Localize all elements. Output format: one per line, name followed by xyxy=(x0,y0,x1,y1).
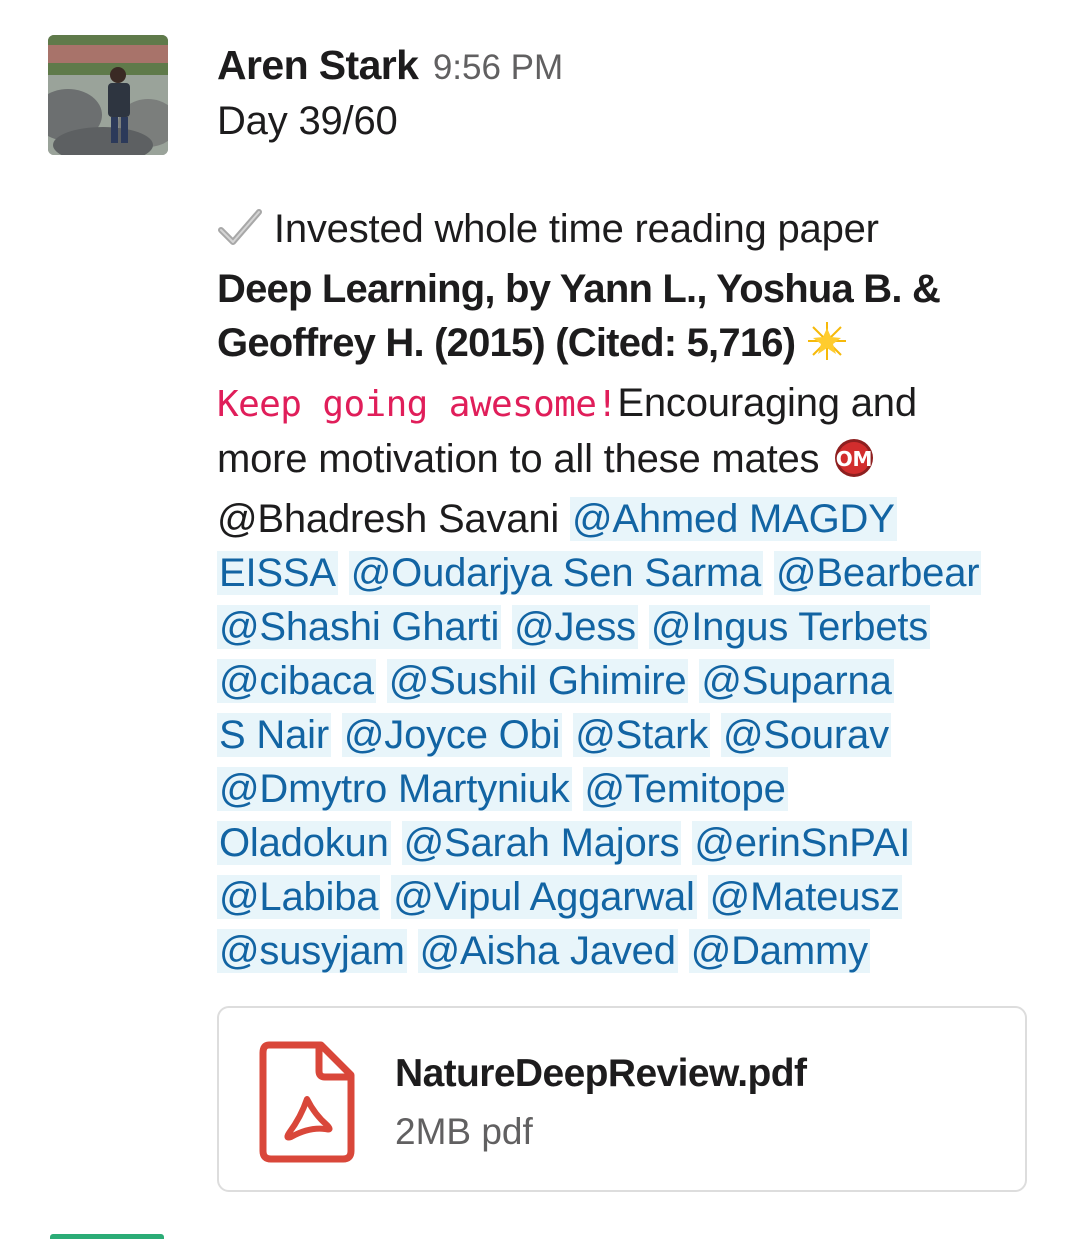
mention-joyce[interactable]: @Joyce Obi xyxy=(341,713,563,757)
mentions-line: Oladokun @Sarah Majors @erinSnPAI xyxy=(217,816,1047,870)
file-attachment-card[interactable]: NatureDeepReview.pdf 2MB pdf xyxy=(217,1006,1027,1192)
mention-susyjam[interactable]: @susyjam xyxy=(217,929,407,973)
message-line: Keep going awesome!Encouraging and xyxy=(217,376,1047,432)
mention-oudarjya[interactable]: @Oudarjya Sen Sarma xyxy=(348,551,764,595)
mention-temitope[interactable]: @Temitope xyxy=(582,767,788,811)
avatar-photo xyxy=(48,35,168,155)
message-line: Geoffrey H. (2015) (Cited: 5,716) xyxy=(217,316,1047,376)
mention-bearbear[interactable]: @Bearbear xyxy=(774,551,982,595)
mention-aisha[interactable]: @Aisha Javed xyxy=(417,929,678,973)
file-size-type: 2MB pdf xyxy=(395,1111,533,1152)
mentions-line: @Labiba @Vipul Aggarwal @Mateusz xyxy=(217,870,1047,924)
message-header: Aren Stark 9:56 PM xyxy=(217,36,1047,94)
message-timestamp[interactable]: 9:56 PM xyxy=(433,48,563,87)
inline-code: Keep going awesome! xyxy=(217,384,618,425)
day-text: Day 39/60 xyxy=(217,99,398,143)
mention-stark[interactable]: @Stark xyxy=(573,713,711,757)
om-emoji: OM xyxy=(830,438,878,492)
message-text: Invested whole time reading paper xyxy=(273,207,879,251)
mention-sourav[interactable]: @Sourav xyxy=(720,713,891,757)
mention-dmytro[interactable]: @Dmytro Martyniuk xyxy=(217,767,572,811)
mention-sarah[interactable]: @Sarah Majors xyxy=(401,821,682,865)
paper-title-line-2: Geoffrey H. (2015) (Cited: 5,716) xyxy=(217,321,796,365)
paper-title-line-1: Deep Learning, by Yann L., Yoshua B. & xyxy=(217,267,941,311)
mention-bhadresh[interactable]: @Bhadresh Savani xyxy=(217,497,559,541)
mentions-line: @cibaca @Sushil Ghimire @Suparna xyxy=(217,654,1047,708)
mention-ahmed-cont[interactable]: EISSA xyxy=(217,551,338,595)
mentions-line: S Nair @Joyce Obi @Stark @Sourav xyxy=(217,708,1047,762)
mentions-line: @Bhadresh Savani @Ahmed MAGDY xyxy=(217,492,1047,546)
mentions-line: EISSA @Oudarjya Sen Sarma @Bearbear xyxy=(217,546,1047,600)
mention-ingus[interactable]: @Ingus Terbets xyxy=(648,605,931,649)
user-avatar[interactable] xyxy=(48,35,168,155)
mention-ahmed[interactable]: @Ahmed MAGDY xyxy=(569,497,897,541)
mention-sushil[interactable]: @Sushil Ghimire xyxy=(386,659,689,703)
mention-labiba[interactable]: @Labiba xyxy=(217,875,381,919)
message-text: more motivation to all these mates xyxy=(217,437,820,481)
mention-shashi[interactable]: @Shashi Gharti xyxy=(217,605,502,649)
message-line: Invested whole time reading paper xyxy=(217,202,1047,262)
message-line: more motivation to all these mates OM xyxy=(217,432,1047,492)
glowing-star-emoji xyxy=(806,320,848,376)
next-message-avatar xyxy=(50,1234,164,1239)
message-content: Aren Stark 9:56 PM Day 39/60 Invested wh… xyxy=(217,36,1047,978)
file-name[interactable]: NatureDeepReview.pdf xyxy=(395,1052,807,1096)
mention-dammy[interactable]: @Dammy xyxy=(688,929,870,973)
mention-suparna[interactable]: @Suparna xyxy=(699,659,894,703)
mentions-line: @susyjam @Aisha Javed @Dammy xyxy=(217,924,1047,978)
mentions-line: @Shashi Gharti @Jess @Ingus Terbets xyxy=(217,600,1047,654)
mention-temitope-cont[interactable]: Oladokun xyxy=(217,821,391,865)
sender-name[interactable]: Aren Stark xyxy=(217,42,419,88)
pdf-file-icon xyxy=(259,1041,355,1163)
mention-jess[interactable]: @Jess xyxy=(512,605,638,649)
mention-erin[interactable]: @erinSnPAI xyxy=(692,821,913,865)
mention-vipul[interactable]: @Vipul Aggarwal xyxy=(391,875,697,919)
mention-cibaca[interactable]: @cibaca xyxy=(217,659,376,703)
mentions-line: @Dmytro Martyniuk @Temitope xyxy=(217,762,1047,816)
mention-suparna-cont[interactable]: S Nair xyxy=(217,713,331,757)
svg-text:OM: OM xyxy=(836,447,873,471)
chat-message: Aren Stark 9:56 PM Day 39/60 Invested wh… xyxy=(0,0,1080,1239)
check-mark-emoji xyxy=(217,208,263,262)
message-text: Encouraging and xyxy=(617,381,917,425)
mention-mateusz[interactable]: @Mateusz xyxy=(707,875,902,919)
